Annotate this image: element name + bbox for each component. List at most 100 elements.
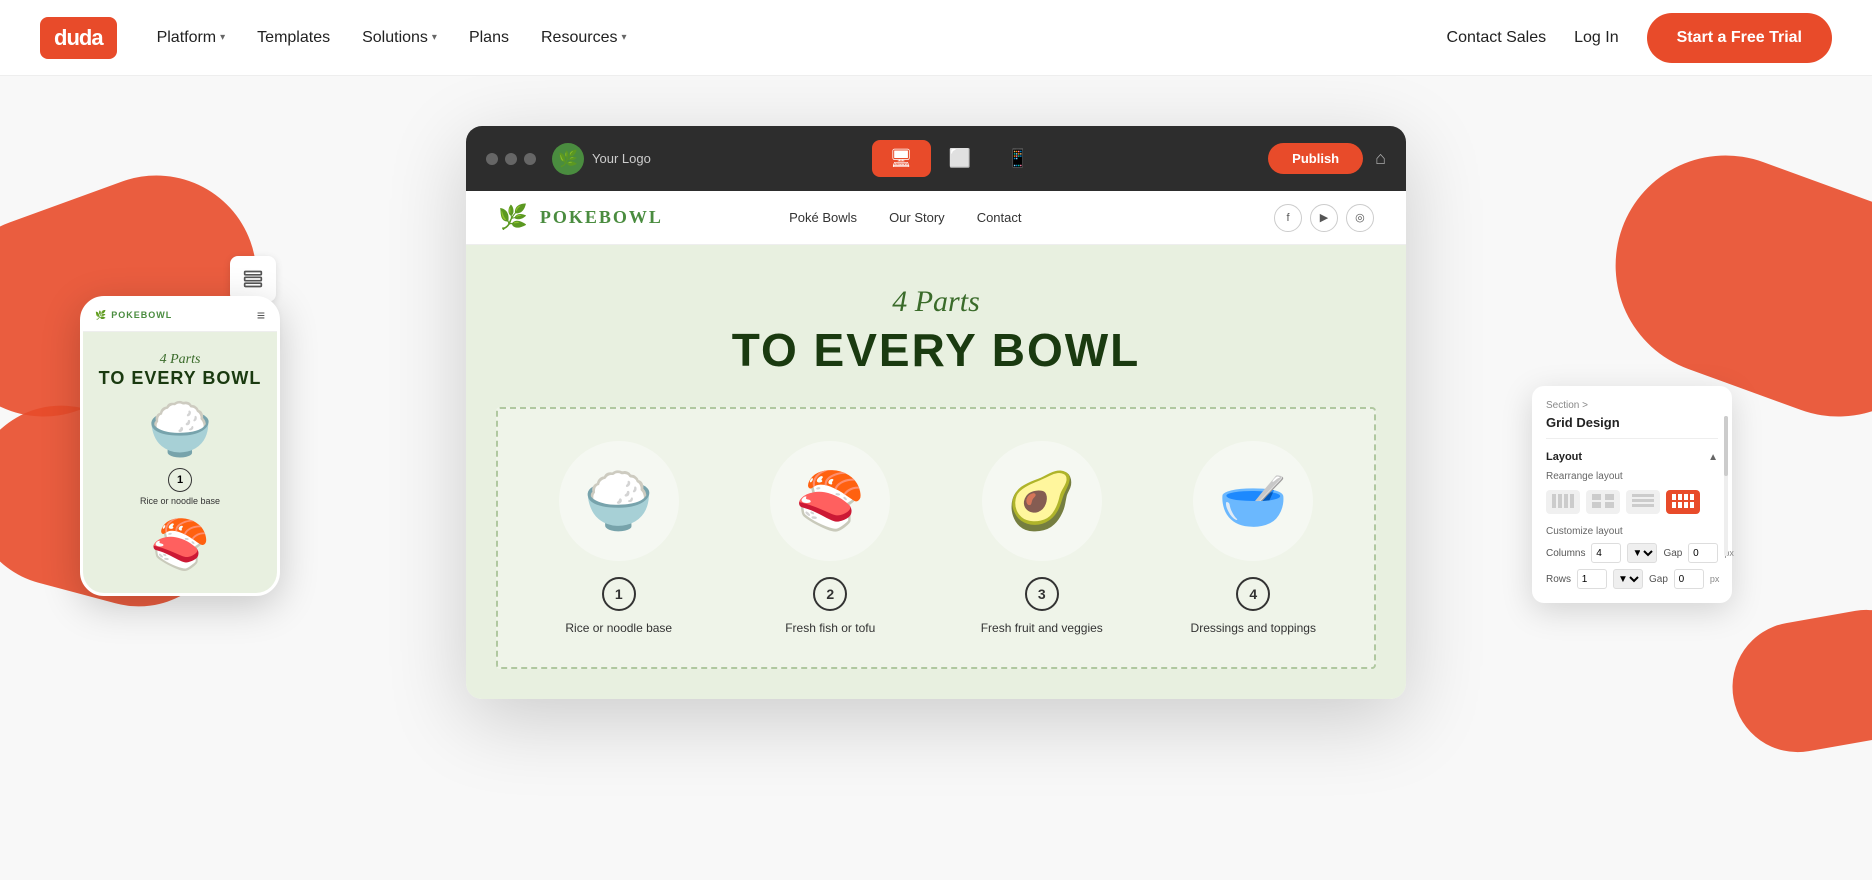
site-nav-poke-bowls[interactable]: Poké Bowls (789, 210, 857, 225)
desktop-device-button[interactable]: 🖥 (872, 140, 931, 177)
panel-scrollbar-thumb (1724, 416, 1728, 476)
poke-item-1: 🍚 1 Rice or noodle base (514, 425, 724, 651)
poke-grid: 🍚 1 Rice or noodle base 🍣 2 Fresh fish o… (496, 407, 1376, 669)
poke-item-3-num: 3 (1025, 577, 1059, 611)
layout-options (1546, 490, 1718, 514)
poke-item-2-num: 2 (813, 577, 847, 611)
start-trial-button[interactable]: Start a Free Trial (1647, 13, 1832, 63)
mobile-device-button[interactable]: 📱 (989, 140, 1047, 177)
platform-menu[interactable]: Platform ▾ (157, 29, 226, 47)
nav-right: Contact Sales Log In Start a Free Trial (1447, 13, 1832, 63)
tablet-device-button[interactable]: ⬜ (931, 140, 989, 177)
poke-item-3-label: Fresh fruit and veggies (981, 621, 1103, 635)
layout-2x2[interactable] (1586, 490, 1620, 514)
poke-item-3: 🥑 3 Fresh fruit and veggies (937, 425, 1147, 651)
phone-item-num: 1 (168, 468, 192, 492)
browser-device-icons: 🖥 ⬜ 📱 (872, 140, 1048, 177)
phone-fish-image: 🍣 (97, 516, 263, 573)
layout-chevron-icon[interactable]: ▲ (1708, 452, 1718, 463)
navbar: duda Platform ▾ Templates Solutions ▾ Pl… (0, 0, 1872, 76)
hero-section: 🌿 POKEBOWL ≡ 4 Parts TO EVERY BOWL 🍚 1 R… (0, 76, 1872, 880)
browser-dots (486, 153, 536, 165)
customize-label: Customize layout (1546, 526, 1718, 537)
rows-gap-unit: px (1710, 574, 1720, 584)
grid-fields: Columns ▼ Gap px Rows ▼ Gap px (1546, 543, 1718, 589)
poke-item-4: 🥣 4 Dressings and toppings (1149, 425, 1359, 651)
facebook-icon[interactable]: f (1274, 204, 1302, 232)
browser-chrome: 🌿 Your Logo 🖥 ⬜ 📱 Publish ⌂ (466, 126, 1406, 191)
blob-right-mid (1722, 600, 1872, 763)
panel-scrollbar[interactable] (1724, 416, 1728, 556)
contact-sales-link[interactable]: Contact Sales (1447, 29, 1547, 47)
columns-row: Columns ▼ Gap px (1546, 543, 1718, 563)
browser-dot-green (524, 153, 536, 165)
poke-item-4-num: 4 (1236, 577, 1270, 611)
panel-breadcrumb: Section > (1546, 400, 1718, 411)
grid-design-panel: Section > Grid Design Layout ▲ Rearrange… (1532, 386, 1732, 603)
phone-mockup: 🌿 POKEBOWL ≡ 4 Parts TO EVERY BOWL 🍚 1 R… (80, 296, 280, 596)
poke-item-4-label: Dressings and toppings (1191, 621, 1316, 635)
solutions-chevron-icon: ▾ (432, 32, 437, 43)
poke-item-2-label: Fresh fish or tofu (785, 621, 875, 635)
nav-links: Platform ▾ Templates Solutions ▾ Plans R… (157, 29, 1447, 47)
panel-layout-section: Layout ▲ (1546, 451, 1718, 463)
home-icon[interactable]: ⌂ (1375, 148, 1386, 169)
gap-label: Gap (1663, 548, 1682, 559)
poke-content: 4 Parts TO EVERY BOWL 🍚 1 Rice or noodle… (466, 245, 1406, 699)
layout-4x4[interactable] (1666, 490, 1700, 514)
layout-3x1[interactable] (1626, 490, 1660, 514)
site-navbar: 🌿 POKEBOWL Poké Bowls Our Story Contact … (466, 191, 1406, 245)
poke-item-3-image: 🥑 (982, 441, 1102, 561)
rows-input[interactable] (1577, 569, 1607, 589)
site-nav-contact[interactable]: Contact (977, 210, 1022, 225)
phone-bowl-image: 🍚 (97, 399, 263, 460)
rows-select[interactable]: ▼ (1613, 569, 1643, 589)
columns-label: Columns (1546, 548, 1585, 559)
rows-label: Rows (1546, 574, 1571, 585)
poke-heading-bold: TO EVERY BOWL (496, 323, 1376, 377)
site-nav-our-story[interactable]: Our Story (889, 210, 945, 225)
gap-input[interactable] (1688, 543, 1718, 563)
phone-item-label: Rice or noodle base (140, 496, 220, 506)
columns-input[interactable] (1591, 543, 1621, 563)
rows-row: Rows ▼ Gap px (1546, 569, 1718, 589)
columns-select[interactable]: ▼ (1627, 543, 1657, 563)
publish-button[interactable]: Publish (1268, 143, 1363, 174)
browser-logo-icon: 🌿 (552, 143, 584, 175)
browser-mockup: 🌿 Your Logo 🖥 ⬜ 📱 Publish ⌂ 🌿 POKEBOWL P… (466, 126, 1406, 699)
panel-title: Grid Design (1546, 415, 1718, 439)
site-social-icons: f ▶ ◎ (1274, 204, 1374, 232)
instagram-icon[interactable]: ◎ (1346, 204, 1374, 232)
resources-menu[interactable]: Resources ▾ (541, 29, 627, 47)
poke-heading-script: 4 Parts (496, 285, 1376, 319)
poke-item-2-image: 🍣 (770, 441, 890, 561)
phone-site-logo: 🌿 POKEBOWL (95, 310, 172, 321)
poke-item-4-image: 🥣 (1193, 441, 1313, 561)
rows-gap-input[interactable] (1674, 569, 1704, 589)
poke-item-1-num: 1 (602, 577, 636, 611)
rows-gap-label: Gap (1649, 574, 1668, 585)
plans-menu[interactable]: Plans (469, 29, 509, 47)
site-logo: 🌿 POKEBOWL (498, 203, 663, 232)
site-logo-icon: 🌿 (498, 203, 530, 232)
phone-heading-bold: TO EVERY BOWL (97, 368, 263, 389)
layout-1x4[interactable] (1546, 490, 1580, 514)
phone-heading-script: 4 Parts (97, 352, 263, 368)
phone-menu-icon: ≡ (257, 307, 265, 323)
poke-item-2: 🍣 2 Fresh fish or tofu (726, 425, 936, 651)
browser-toolbar: 🌿 Your Logo 🖥 ⬜ 📱 Publish ⌂ (552, 140, 1386, 177)
layout-label: Layout (1546, 451, 1582, 463)
browser-dot-yellow (505, 153, 517, 165)
duda-logo[interactable]: duda (40, 17, 117, 59)
phone-content: 4 Parts TO EVERY BOWL 🍚 1 Rice or noodle… (83, 332, 277, 593)
poke-item-1-label: Rice or noodle base (565, 621, 672, 635)
templates-menu[interactable]: Templates (257, 29, 330, 47)
solutions-menu[interactable]: Solutions ▾ (362, 29, 437, 47)
browser-dot-red (486, 153, 498, 165)
site-nav-links: Poké Bowls Our Story Contact (789, 210, 1021, 225)
browser-site-logo: 🌿 Your Logo (552, 143, 651, 175)
resources-chevron-icon: ▾ (621, 32, 626, 43)
rearrange-label: Rearrange layout (1546, 471, 1718, 482)
youtube-icon[interactable]: ▶ (1310, 204, 1338, 232)
login-link[interactable]: Log In (1574, 29, 1618, 47)
